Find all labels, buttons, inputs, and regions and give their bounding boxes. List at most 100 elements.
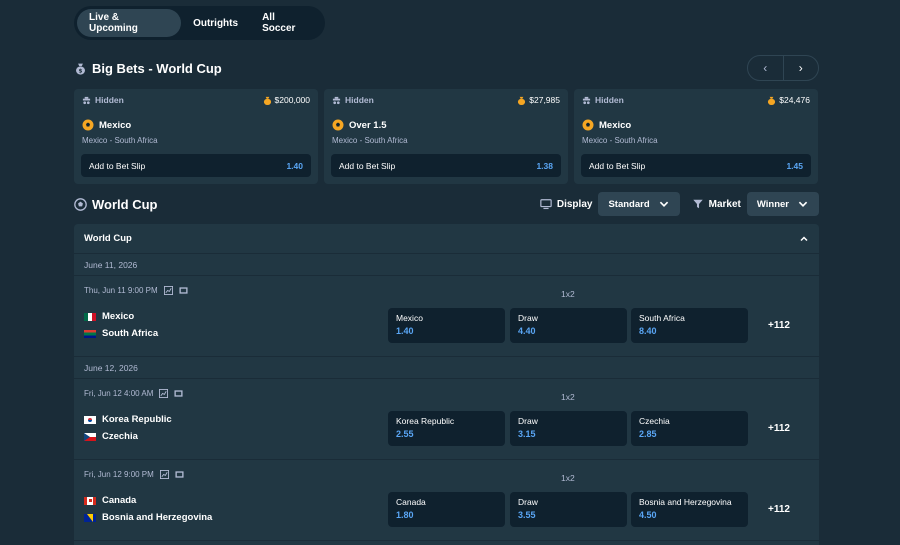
outcome-name: Draw [518,497,538,507]
outcome-name: Canada [396,497,426,507]
home-team: Canada [84,495,136,506]
outcome-away-button[interactable]: South Africa 8.40 [631,308,748,343]
card-amount-value: $24,476 [779,95,810,105]
soccer-ball-icon [582,119,594,131]
card-user-label: Hidden [95,95,124,105]
svg-text:$: $ [79,69,83,75]
event-time: Fri, Jun 12 9:00 PM [84,470,154,479]
card-pick-label: Over 1.5 [349,119,387,131]
add-to-bet-slip-button[interactable]: Add to Bet Slip 1.38 [331,154,561,177]
tab-outrights[interactable]: Outrights [181,9,250,37]
date-header: June 11, 2026 [74,254,819,276]
fixtures-panel: World Cup June 11, 2026 Thu, Jun 11 9:00… [74,224,819,545]
add-to-bet-slip-button[interactable]: Add to Bet Slip 1.45 [581,154,811,177]
event-row: Fri, Jun 12 9:00 PM 1x2 Canada Bosnia an… [74,460,819,541]
tv-icon[interactable] [175,470,184,479]
card-pick-label: Mexico [99,119,132,131]
money-bag-icon [768,96,776,105]
soccer-ball-icon [82,119,94,131]
fixtures-panel-title: World Cup [84,233,132,244]
mexico-flag-icon [84,312,96,321]
fixtures-panel-header[interactable]: World Cup [74,224,819,254]
card-user-label: Hidden [595,95,624,105]
tab-all-soccer[interactable]: All Soccer [250,9,322,37]
add-to-bet-slip-label: Add to Bet Slip [89,160,146,171]
soccer-ball-icon [74,198,87,211]
tab-live-upcoming[interactable]: Live & Upcoming [77,9,182,37]
outcome-draw-button[interactable]: Draw 4.40 [510,308,627,343]
sport-tabs: Live & Upcoming Outrights All Soccer [74,6,325,40]
tv-icon[interactable] [179,286,188,295]
outcome-name: Czechia [639,416,670,426]
chevron-up-icon[interactable] [799,234,809,244]
card-odds: 1.38 [536,160,553,171]
home-team-name: Canada [102,495,137,506]
event-time-group: Fri, Jun 12 9:00 PM [84,470,184,479]
more-markets-link[interactable]: +112 [768,504,790,515]
big-bets-title: Big Bets - World Cup [92,61,222,76]
card-pick: Mexico [582,119,631,131]
tv-icon[interactable] [174,389,183,398]
home-team: Korea Republic [84,414,172,425]
outcome-name: Mexico [396,313,423,323]
outcome-away-button[interactable]: Bosnia and Herzegovina 4.50 [631,492,748,527]
card-match: Mexico - South Africa [582,136,658,145]
outcome-home-button[interactable]: Korea Republic 2.55 [388,411,505,446]
market-value: Winner [756,198,789,210]
stats-icon[interactable] [159,470,169,479]
card-pick: Mexico [82,119,131,131]
outcome-price: 4.50 [639,510,657,520]
home-team-name: Mexico [102,311,135,322]
chevron-down-icon [659,201,668,207]
market-type-label: 1x2 [561,289,575,299]
event-time: Fri, Jun 12 4:00 AM [84,389,154,398]
money-bag-icon: $ [76,63,85,75]
korea-flag-icon [84,415,96,424]
card-user-label: Hidden [345,95,374,105]
card-amount: $24,476 [767,95,810,105]
outcome-price: 2.85 [639,429,657,439]
market-dropdown[interactable]: Winner [746,192,819,216]
big-bet-card: Hidden $24,476 Mexico Mexico - South Afr… [574,89,818,184]
card-amount-value: $27,985 [529,95,560,105]
incognito-icon [582,96,591,104]
stats-icon[interactable] [159,389,169,398]
outcome-price: 4.40 [518,326,536,336]
more-markets-link[interactable]: +112 [768,320,790,331]
outcome-home-button[interactable]: Mexico 1.40 [388,308,505,343]
outcome-draw-button[interactable]: Draw 3.15 [510,411,627,446]
home-team-name: Korea Republic [102,414,172,425]
card-pick-label: Mexico [599,119,632,131]
money-bag-icon [263,96,271,105]
big-bet-card: Hidden $27,985 Over 1.5 Mexico - South A… [324,89,568,184]
outcome-price: 1.40 [396,326,414,336]
outcome-home-button[interactable]: Canada 1.80 [388,492,505,527]
world-cup-header: World Cup [74,197,157,212]
big-bets-header: $ Big Bets - World Cup [74,61,222,76]
outcome-name: Draw [518,416,538,426]
away-team: Czechia [84,431,138,442]
outcome-price: 3.15 [518,429,536,439]
outcome-draw-button[interactable]: Draw 3.55 [510,492,627,527]
market-type-label: 1x2 [561,392,575,402]
stats-icon[interactable] [163,286,173,295]
pager-next-button[interactable]: › [782,56,819,80]
outcome-away-button[interactable]: Czechia 2.85 [631,411,748,446]
chevron-down-icon [798,201,808,207]
filter-icon [692,199,703,209]
card-odds: 1.40 [286,160,303,171]
event-time: Thu, Jun 11 9:00 PM [84,286,158,295]
big-bet-card: Hidden $200,000 Mexico Mexico - South Af… [74,89,318,184]
pager-prev-button[interactable]: ‹ [748,56,783,80]
away-team: South Africa [84,328,158,339]
away-team-name: Czechia [102,431,138,442]
add-to-bet-slip-button[interactable]: Add to Bet Slip 1.40 [81,154,311,177]
more-markets-link[interactable]: +112 [768,423,790,434]
soccer-ball-icon [332,119,344,131]
event-time-group: Fri, Jun 12 4:00 AM [84,389,183,398]
display-dropdown[interactable]: Standard [598,192,680,216]
add-to-bet-slip-label: Add to Bet Slip [589,160,646,171]
big-bets-pager: ‹ › [747,55,819,81]
card-user: Hidden [82,95,124,105]
outcome-name: Korea Republic [396,416,455,426]
